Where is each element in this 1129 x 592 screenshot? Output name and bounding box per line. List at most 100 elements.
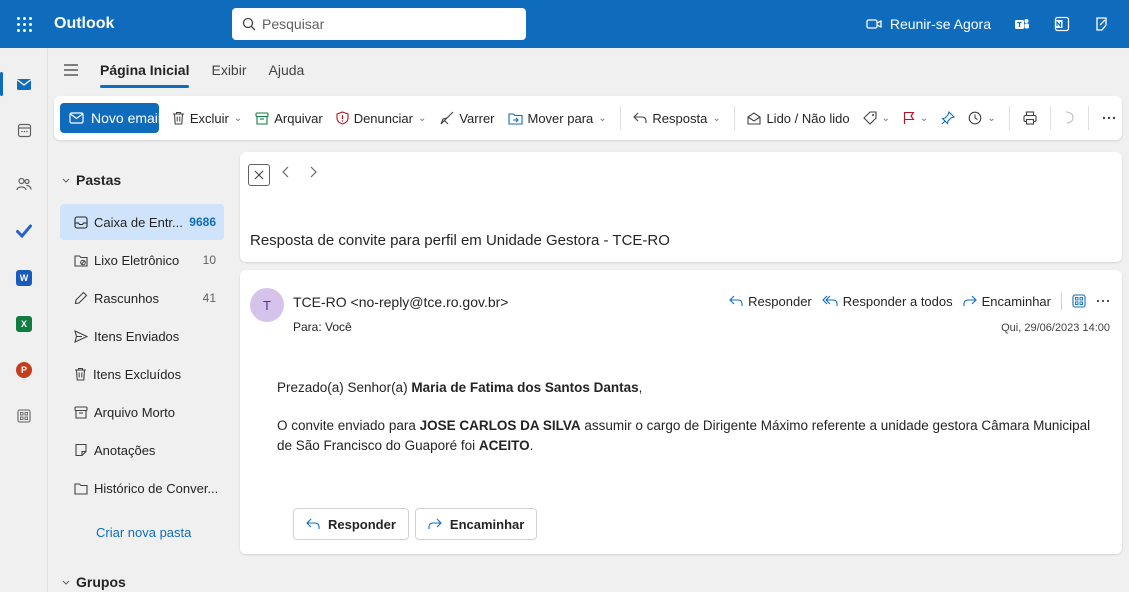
folder-deleted[interactable]: Itens Excluídos xyxy=(60,356,224,392)
archive-button[interactable]: Arquivar xyxy=(255,111,323,126)
teams-button[interactable] xyxy=(1013,15,1031,33)
toolbar-divider xyxy=(1008,106,1010,130)
reply-action-button[interactable]: Responder xyxy=(729,294,812,309)
meet-now-button[interactable]: Reunir-se Agora xyxy=(866,16,991,32)
search-input[interactable]: Pesquisar xyxy=(232,8,526,40)
immersive-reader-button[interactable] xyxy=(1072,294,1086,308)
categorize-button[interactable]: ⌄ xyxy=(862,111,890,125)
envelope-icon xyxy=(69,112,84,124)
forward-button-label: Encaminhar xyxy=(449,516,525,532)
feedback-button[interactable] xyxy=(1093,15,1111,33)
pin-button[interactable] xyxy=(941,111,956,125)
previous-message-button[interactable] xyxy=(282,165,289,183)
more-message-actions-button[interactable] xyxy=(1096,299,1110,303)
folder-notes[interactable]: Anotações xyxy=(60,432,224,468)
forward-icon xyxy=(963,295,977,306)
create-folder-link[interactable]: Criar nova pasta xyxy=(96,525,191,540)
toolbar-divider xyxy=(1049,106,1051,130)
hamburger-menu-button[interactable] xyxy=(64,64,78,76)
reply-button[interactable]: Responder xyxy=(293,508,409,540)
tab-home[interactable]: Página Inicial xyxy=(100,56,190,88)
flag-button[interactable]: ⌄ xyxy=(903,111,928,125)
top-bar: Outlook Pesquisar Reunir-se Agora xyxy=(0,0,1129,48)
move-to-button[interactable]: Mover para ⌄ xyxy=(507,111,607,126)
mail-app-button[interactable] xyxy=(0,66,48,102)
reply-button[interactable]: Resposta ⌄ xyxy=(633,111,721,126)
folder-sent[interactable]: Itens Enviados xyxy=(60,318,224,354)
message-actions: Responder Responder a todos Encaminhar xyxy=(729,292,1110,310)
toolbar-divider xyxy=(733,106,735,130)
recipient-line: Para: Você xyxy=(293,320,352,334)
folder-drafts[interactable]: Rascunhos 41 xyxy=(60,280,224,316)
excel-icon: X xyxy=(16,316,32,332)
word-app-button[interactable]: W xyxy=(0,260,48,296)
folder-inbox[interactable]: Caixa de Entr... 9686 xyxy=(60,204,224,240)
groups-section-toggle[interactable]: Grupos xyxy=(62,574,126,590)
tag-icon xyxy=(862,111,877,125)
sweep-button[interactable]: Varrer xyxy=(439,110,495,126)
more-options-button[interactable] xyxy=(1102,116,1116,120)
note-icon xyxy=(75,443,87,457)
printer-icon xyxy=(1022,111,1037,125)
forward-action-button[interactable]: Encaminhar xyxy=(963,294,1051,309)
report-label: Denunciar xyxy=(353,110,413,126)
report-button[interactable]: Denunciar ⌄ xyxy=(336,110,427,126)
reply-all-icon xyxy=(821,295,838,306)
more-apps-button[interactable] xyxy=(0,398,48,434)
delete-button[interactable]: Excluir ⌄ xyxy=(172,111,242,126)
message-subject: Resposta de convite para perfil em Unida… xyxy=(250,232,670,249)
recipient-name: Maria de Fatima dos Santos Dantas xyxy=(411,380,639,395)
app-title[interactable]: Outlook xyxy=(54,15,232,33)
excel-app-button[interactable]: X xyxy=(0,306,48,342)
read-unread-button[interactable]: Lido / Não lido xyxy=(747,111,850,126)
next-message-button[interactable] xyxy=(310,165,317,183)
tab-view[interactable]: Exibir xyxy=(211,56,246,84)
video-camera-icon xyxy=(866,19,882,29)
undo-button[interactable] xyxy=(1063,111,1075,125)
waffle-icon xyxy=(16,16,32,32)
close-message-button[interactable] xyxy=(248,164,270,186)
new-email-button[interactable]: Novo email xyxy=(60,103,159,133)
envelope-open-icon xyxy=(747,111,762,125)
reply-icon xyxy=(633,112,647,123)
trash-icon xyxy=(75,367,86,381)
sweep-label: Varrer xyxy=(459,110,495,126)
ribbon-tabs: Página Inicial Exibir Ajuda xyxy=(48,48,1129,92)
chevron-down-icon: ⌄ xyxy=(919,112,929,124)
calendar-app-button[interactable] xyxy=(0,112,48,148)
onenote-button[interactable] xyxy=(1053,15,1071,33)
forward-button[interactable]: Encaminhar xyxy=(414,508,538,540)
invitee-name: JOSE CARLOS DA SILVA xyxy=(419,418,581,433)
word-icon: W xyxy=(16,270,32,286)
snooze-button[interactable]: ⌄ xyxy=(968,111,996,125)
more-horizontal-icon xyxy=(1102,116,1116,120)
folder-archive[interactable]: Arquivo Morto xyxy=(60,394,224,430)
folder-junk[interactable]: Lixo Eletrônico 10 xyxy=(60,242,224,278)
tab-help[interactable]: Ajuda xyxy=(269,56,305,84)
folder-icon xyxy=(74,482,88,495)
pin-icon xyxy=(941,111,956,125)
clock-icon xyxy=(969,111,982,125)
folder-label: Itens Enviados xyxy=(94,328,180,344)
sender-address[interactable]: TCE-RO <no-reply@tce.ro.gov.br> xyxy=(293,294,508,310)
powerpoint-app-button[interactable]: P xyxy=(0,352,48,388)
chevron-down-icon: ⌄ xyxy=(417,112,427,124)
todo-app-button[interactable] xyxy=(0,213,48,249)
new-email-label: Novo email xyxy=(91,110,159,126)
print-button[interactable] xyxy=(1022,111,1037,125)
app-launcher-button[interactable] xyxy=(0,0,48,48)
onenote-icon xyxy=(1054,16,1070,32)
avatar[interactable]: T xyxy=(250,288,284,322)
forward-action-label: Encaminhar xyxy=(981,293,1051,309)
folder-label: Lixo Eletrônico xyxy=(94,252,180,268)
broom-icon xyxy=(440,111,454,125)
feedback-icon xyxy=(1096,17,1107,31)
reply-action-label: Responder xyxy=(748,293,812,309)
message-body: O convite enviado para JOSE CARLOS DA SI… xyxy=(277,418,1091,453)
chevron-down-icon xyxy=(62,580,70,585)
people-app-button[interactable] xyxy=(0,166,48,202)
meet-now-label: Reunir-se Agora xyxy=(889,16,991,32)
folders-section-toggle[interactable]: Pastas xyxy=(62,172,121,188)
folder-conversation-history[interactable]: Histórico de Conver... xyxy=(60,470,224,506)
reply-all-action-button[interactable]: Responder a todos xyxy=(821,294,953,309)
